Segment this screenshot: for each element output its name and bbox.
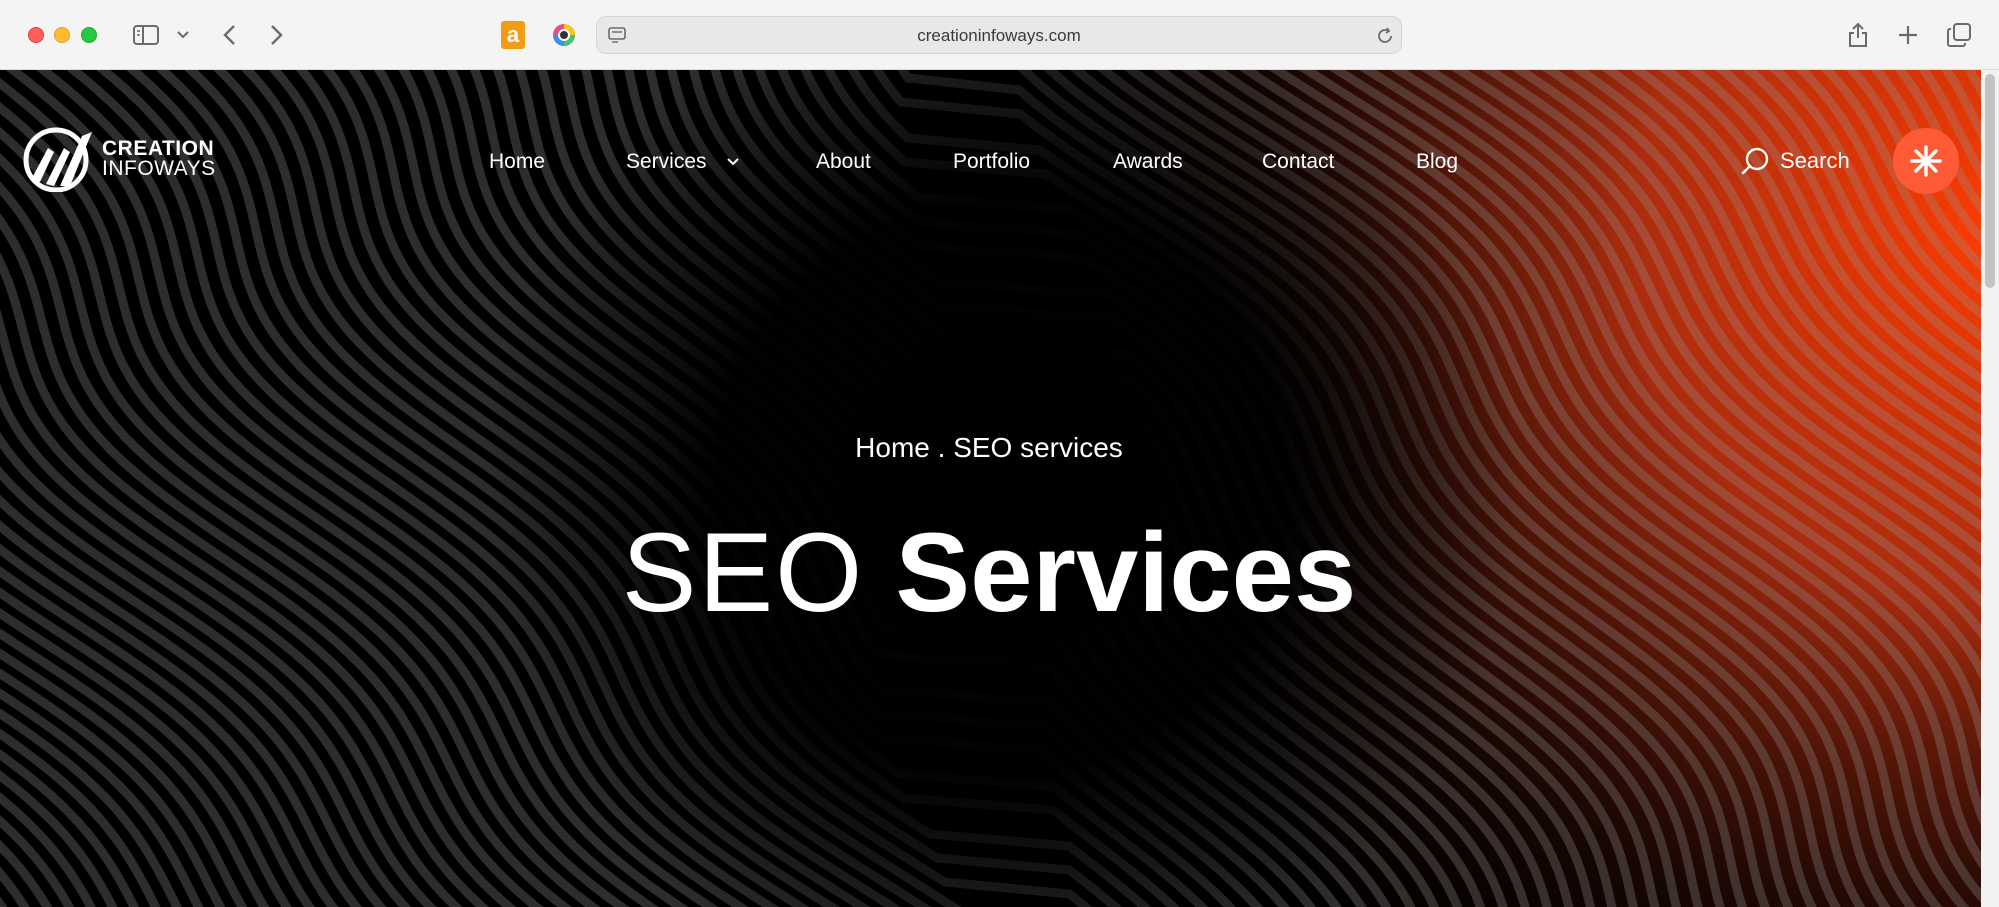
browser-toolbar: a creationinfoways.com	[0, 0, 1999, 70]
page-title-light: SEO	[621, 510, 865, 635]
site-logo[interactable]: CREATION INFOWAYS	[22, 126, 216, 192]
breadcrumb: Home . SEO services	[855, 432, 1123, 463]
tab-overview-icon[interactable]	[1946, 20, 1972, 50]
maximize-window-button[interactable]	[81, 27, 97, 43]
wave-background	[0, 70, 1999, 907]
logo-line-1: CREATION	[102, 137, 215, 160]
share-icon[interactable]	[1846, 20, 1870, 50]
reload-icon[interactable]	[1375, 21, 1395, 51]
search-button[interactable]: Search	[1740, 146, 1850, 176]
forward-icon[interactable]	[266, 20, 288, 50]
back-icon[interactable]	[218, 20, 240, 50]
logo-text: CREATION INFOWAYS	[102, 137, 216, 180]
logo-mark-icon	[23, 127, 92, 192]
nav-portfolio[interactable]: Portfolio	[953, 150, 1030, 174]
search-label: Search	[1780, 148, 1850, 173]
chevron-down-icon[interactable]	[176, 20, 190, 50]
new-tab-icon[interactable]	[1896, 20, 1920, 50]
page-title: SEO Services	[0, 508, 1978, 638]
nav-contact[interactable]: Contact	[1262, 150, 1334, 174]
logo-line-2: INFOWAYS	[102, 157, 216, 180]
nav-about[interactable]: About	[816, 150, 871, 174]
menu-button[interactable]	[1893, 128, 1959, 194]
chevron-down-icon	[727, 158, 740, 166]
address-bar[interactable]: creationinfoways.com	[596, 16, 1402, 54]
page-title-bold: Services	[895, 510, 1357, 635]
close-window-button[interactable]	[28, 27, 44, 43]
asterisk-icon	[1910, 145, 1942, 177]
amazon-extension-icon[interactable]: a	[500, 20, 526, 50]
nav-services-label: Services	[626, 150, 707, 173]
scrollbar[interactable]	[1981, 70, 1999, 907]
nav-services[interactable]: Services	[626, 150, 740, 174]
scrollbar-thumb[interactable]	[1985, 74, 1995, 288]
search-icon	[1741, 147, 1769, 175]
nav-blog[interactable]: Blog	[1416, 150, 1458, 174]
nav-awards[interactable]: Awards	[1113, 150, 1183, 174]
svg-text:a: a	[507, 22, 520, 47]
minimize-window-button[interactable]	[54, 27, 70, 43]
url-text: creationinfoways.com	[917, 26, 1081, 45]
webpage: CREATION INFOWAYS Home Services About Po…	[0, 70, 1999, 907]
sidebar-toggle-icon[interactable]	[130, 20, 162, 50]
nav-home[interactable]: Home	[489, 150, 545, 174]
colorpicker-extension-icon[interactable]	[550, 20, 578, 50]
